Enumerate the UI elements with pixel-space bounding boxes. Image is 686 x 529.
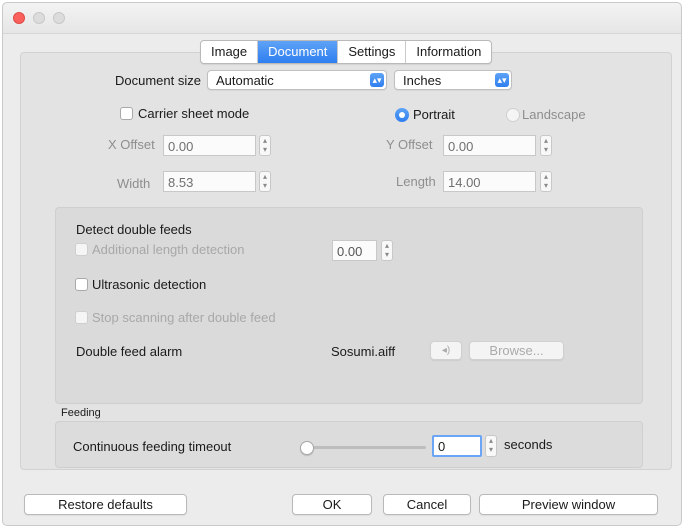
cancel-button[interactable]: Cancel [383,494,471,515]
width-label: Width [117,176,151,191]
double-feed-title: Detect double feeds [76,222,192,237]
y-offset-label: Y Offset [386,137,433,152]
document-size-label: Document size [115,73,201,88]
additional-length-value: 0.00 [337,244,363,259]
units-value: Inches [403,73,442,88]
chevron-updown-icon: ▴▾ [370,73,384,87]
width-value: 8.53 [168,175,194,190]
tab-document[interactable]: Document [258,41,339,63]
x-offset-field[interactable]: 0.00 [163,135,256,156]
timeout-slider-track[interactable] [306,446,426,449]
restore-defaults-button[interactable]: Restore defaults [24,494,187,515]
additional-length-label: Additional length detection [92,242,245,257]
browse-button[interactable]: Browse... [469,341,564,360]
length-field[interactable]: 14.00 [443,171,536,192]
length-stepper[interactable]: ▴ ▾ [540,171,552,192]
double-feed-alarm-label: Double feed alarm [76,344,183,359]
additional-length-checkbox[interactable] [75,243,88,256]
carrier-sheet-checkbox[interactable] [120,107,133,120]
stop-scanning-checkbox[interactable] [75,311,88,324]
feeding-section-label: Feeding [61,407,101,419]
timeout-label: Continuous feeding timeout [73,439,232,454]
alarm-file-label: Sosumi.aiff [331,344,396,359]
ultrasonic-checkbox[interactable] [75,278,88,291]
timeout-value: 0 [438,439,446,454]
preview-window-button[interactable]: Preview window [479,494,658,515]
length-value: 14.00 [448,175,481,190]
document-size-select[interactable]: Automatic ▴▾ [207,70,387,90]
close-window-button[interactable] [13,12,25,24]
x-offset-value: 0.00 [168,139,194,154]
minimize-window-button[interactable] [33,12,45,24]
timeout-field[interactable]: 0 [432,435,482,457]
portrait-radio[interactable] [395,108,409,122]
width-field[interactable]: 8.53 [163,171,256,192]
stop-scanning-label: Stop scanning after double feed [92,310,276,325]
tab-image[interactable]: Image [201,41,259,63]
y-offset-field[interactable]: 0.00 [443,135,536,156]
document-size-value: Automatic [216,73,274,88]
seconds-label: seconds [504,437,553,452]
title-bar [3,3,681,34]
timeout-stepper[interactable]: ▴ ▾ [485,435,497,457]
zoom-window-button[interactable] [53,12,65,24]
landscape-label: Landscape [522,107,586,122]
landscape-radio[interactable] [506,108,520,122]
x-offset-stepper[interactable]: ▴ ▾ [259,135,271,156]
width-stepper[interactable]: ▴ ▾ [259,171,271,192]
tab-settings[interactable]: Settings [338,41,407,63]
ok-button[interactable]: OK [292,494,372,515]
length-label: Length [396,174,436,189]
ultrasonic-label: Ultrasonic detection [92,277,207,292]
additional-length-field[interactable]: 0.00 [332,240,377,261]
timeout-slider-thumb[interactable] [300,441,314,455]
y-offset-value: 0.00 [448,139,474,154]
y-offset-stepper[interactable]: ▴ ▾ [540,135,552,156]
x-offset-label: X Offset [108,137,155,152]
units-select[interactable]: Inches ▴▾ [394,70,512,90]
portrait-label: Portrait [413,107,455,122]
chevron-updown-icon: ▴▾ [495,73,509,87]
tab-bar: Image Document Settings Information [200,40,493,64]
speaker-icon[interactable]: ◂) [430,341,462,360]
tab-information[interactable]: Information [406,41,491,63]
carrier-sheet-label: Carrier sheet mode [138,106,250,121]
additional-length-stepper[interactable]: ▴ ▾ [381,240,393,261]
